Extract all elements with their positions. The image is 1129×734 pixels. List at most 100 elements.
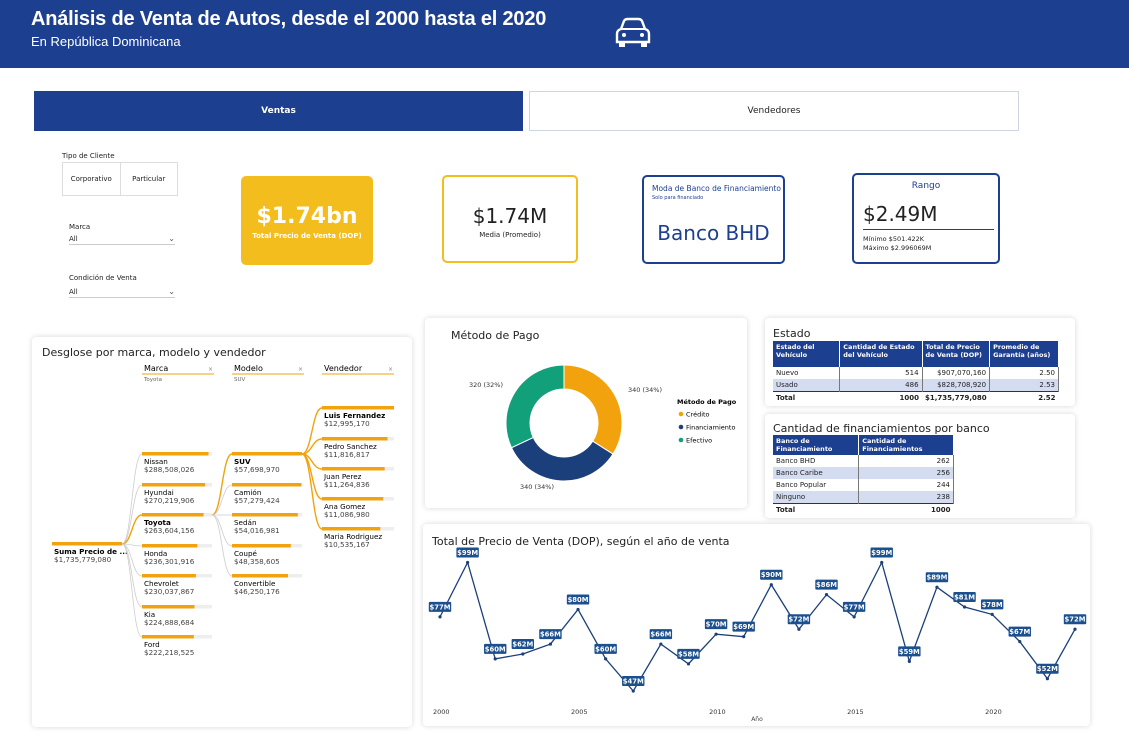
close-icon[interactable]: ×	[388, 366, 393, 373]
line-chart[interactable]: $77M $99M $60M $62M $66M $80M $60M $47M $66M $58M…	[423, 524, 1090, 726]
tree-node[interactable]: Juan Perez$11,264,836	[322, 467, 394, 489]
table-row[interactable]: Banco Caribe 256	[773, 467, 954, 479]
tree-node[interactable]: Convertible$46,250,176	[232, 574, 302, 596]
slice-label: 340 (34%)	[520, 483, 554, 491]
table-row[interactable]: Banco BHD 262	[773, 455, 954, 467]
data-point[interactable]	[686, 662, 691, 666]
data-point[interactable]	[962, 605, 967, 609]
data-point[interactable]	[466, 560, 470, 565]
rango-min: Mínimo $501.422K	[863, 235, 924, 243]
data-point[interactable]	[907, 659, 911, 663]
data-point[interactable]	[880, 560, 884, 565]
x-tick-label: 2000	[433, 708, 450, 716]
financ-table[interactable]: Banco de Financiamiento Cantidad de Finan…	[773, 435, 954, 516]
tree-node[interactable]: Hyundai$270,219,906	[142, 483, 212, 505]
legend-item[interactable]: Efectivo	[686, 437, 712, 445]
column-header[interactable]: Modelo	[234, 364, 263, 373]
tree-node[interactable]: Sedán$54,016,981	[232, 513, 302, 535]
x-tick-label: 2010	[709, 708, 726, 716]
data-point[interactable]	[631, 689, 635, 693]
data-point[interactable]	[742, 635, 746, 639]
legend-item[interactable]: Financiamiento	[686, 424, 735, 432]
node-bar	[142, 544, 198, 548]
option-corporativo[interactable]: Corporativo	[63, 163, 121, 195]
tree-node[interactable]: Maria Rodriguez$10,535,167	[322, 527, 394, 549]
data-point[interactable]	[852, 615, 856, 619]
tree-node[interactable]: Chevrolet$230,037,867	[142, 574, 212, 596]
donut-slice[interactable]	[563, 364, 623, 455]
close-icon[interactable]: ×	[208, 366, 213, 373]
data-point[interactable]	[824, 593, 829, 597]
data-point[interactable]	[1018, 640, 1022, 644]
data-point[interactable]	[521, 652, 525, 656]
marca-dropdown[interactable]: All ⌄	[69, 233, 175, 245]
data-point[interactable]	[1073, 627, 1077, 631]
media-label: Media (Promedio)	[479, 231, 541, 239]
data-label: $59M	[899, 648, 920, 656]
tree-node[interactable]: Pedro Sanchez$11,816,817	[322, 437, 394, 459]
tab-vendedores[interactable]: Vendedores	[529, 91, 1019, 131]
table-header-cell[interactable]: Total de Precio de Venta (DOP)	[922, 341, 991, 367]
data-point[interactable]	[604, 657, 608, 661]
data-point[interactable]	[438, 615, 442, 619]
tree-node[interactable]: Camión$57,279,424	[232, 483, 302, 505]
table-total-cell: 1000	[858, 503, 954, 516]
node-bar	[232, 574, 288, 578]
data-point[interactable]	[1045, 677, 1049, 681]
data-point[interactable]	[493, 657, 497, 661]
table-header-row: Estado del Vehículo Cantidad de Estado de…	[773, 341, 1059, 367]
tree-node[interactable]: Luis Fernandez$12,995,170	[322, 406, 394, 428]
data-point[interactable]	[990, 612, 994, 616]
car-icon	[615, 17, 651, 47]
data-point[interactable]	[548, 642, 553, 646]
close-icon[interactable]: ×	[298, 366, 303, 373]
tree-link	[121, 484, 143, 545]
table-row[interactable]: Ninguno 238	[773, 491, 954, 504]
legend-marker	[678, 437, 684, 443]
option-particular[interactable]: Particular	[121, 163, 178, 195]
data-point[interactable]	[714, 632, 718, 636]
table-cell: 486	[839, 379, 923, 392]
tree-node[interactable]: Nissan$288,508,026	[142, 452, 212, 474]
tab-ventas[interactable]: Ventas	[34, 91, 523, 131]
tree-link	[211, 453, 233, 516]
tree-node[interactable]: Ford$222,218,525	[142, 635, 212, 657]
table-header-cell[interactable]: Cantidad de Financiamientos	[858, 435, 954, 455]
table-row[interactable]: Nuevo 514 $907,070,160 2.50	[773, 367, 1059, 379]
rango-max: Máximo $2.996069M	[863, 244, 932, 252]
tree-node[interactable]: Ana Gomez$11,086,980	[322, 497, 394, 519]
rango-value: $2.49M	[863, 202, 938, 226]
data-label: $58M	[678, 650, 699, 658]
tree-node[interactable]: Toyota$263,604,156	[142, 513, 212, 535]
estado-table[interactable]: Estado del Vehículo Cantidad de Estado de…	[773, 341, 1059, 404]
condicion-dropdown[interactable]: All ⌄	[69, 286, 175, 298]
node-bar	[142, 513, 204, 517]
total-card: $1.74bn Total Precio de Venta (DOP)	[241, 176, 373, 265]
tree-node[interactable]: Suma Precio de ...$1,735,779,080	[52, 542, 128, 564]
data-label: $77M	[844, 603, 865, 611]
table-header-cell[interactable]: Promedio de Garantía (años)	[989, 341, 1059, 367]
data-point[interactable]	[797, 627, 801, 631]
legend-item[interactable]: Crédito	[686, 411, 710, 419]
table-header-cell[interactable]: Cantidad de Estado del Vehículo	[839, 341, 923, 367]
table-header-cell[interactable]: Banco de Financiamiento	[773, 435, 860, 455]
table-row[interactable]: Usado 486 $828,708,920 2.53	[773, 379, 1059, 392]
tree-node[interactable]: SUV$57,698,970	[232, 452, 302, 474]
node-bar	[322, 437, 388, 441]
column-header[interactable]: Vendedor	[324, 364, 363, 373]
data-point[interactable]	[769, 583, 773, 587]
tree-node[interactable]: Coupé$48,358,605	[232, 544, 302, 566]
data-point[interactable]	[576, 607, 580, 612]
donut-slice[interactable]	[510, 436, 614, 482]
donut-slice[interactable]	[505, 364, 565, 449]
data-point[interactable]	[659, 642, 663, 646]
data-point[interactable]	[935, 585, 939, 589]
decomp-tree[interactable]: Marca × Toyota Modelo × SUV Vendedor × Suma Prec…	[32, 337, 412, 727]
payment-donut-chart[interactable]: 340 (34%)340 (34%)320 (32%)Método de Pag…	[425, 318, 747, 508]
slice-label: 340 (34%)	[628, 386, 662, 394]
table-row[interactable]: Banco Popular 244	[773, 479, 954, 491]
column-header[interactable]: Marca	[144, 364, 168, 373]
tree-node[interactable]: Kia$224,888,684	[142, 605, 212, 627]
tree-node[interactable]: Honda$236,301,916	[142, 544, 212, 566]
table-header-cell[interactable]: Estado del Vehículo	[773, 341, 841, 367]
